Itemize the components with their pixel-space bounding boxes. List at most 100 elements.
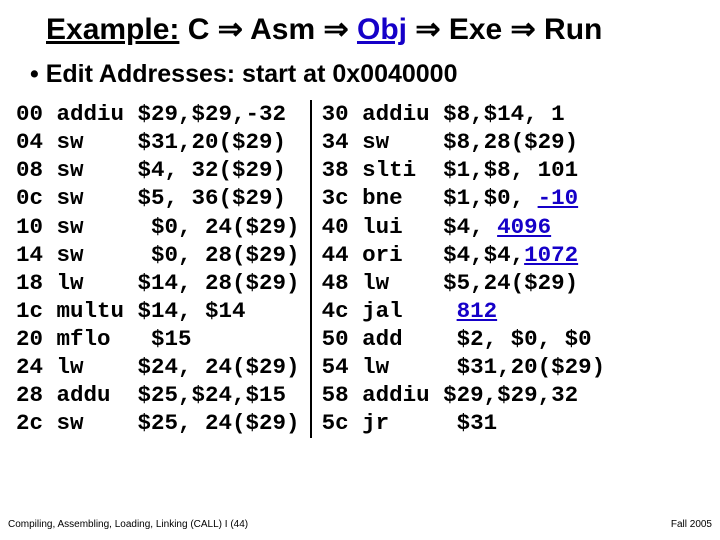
code-op: jal <box>362 298 443 324</box>
code-line: 5c jr $31 <box>322 409 606 437</box>
arrow-icon: ⇒ <box>218 13 243 46</box>
code-addr: 0c <box>16 185 57 211</box>
code-addr: 18 <box>16 270 57 296</box>
code-op: multu <box>57 298 138 324</box>
code-op: addiu <box>57 101 138 127</box>
title-asm: Asm <box>250 13 315 46</box>
code-addr: 38 <box>322 157 363 183</box>
code-op: sw <box>57 214 138 240</box>
code-args: $29,$29,32 <box>443 382 578 408</box>
code-args: $24, 24($29) <box>138 354 300 380</box>
code-args: $8,28($29) <box>443 129 578 155</box>
code-line: 38 slti $1,$8, 101 <box>322 156 606 184</box>
code-args: $14, $14 <box>138 298 246 324</box>
code-line: 48 lw $5,24($29) <box>322 269 606 297</box>
code-addr: 14 <box>16 242 57 268</box>
title-run: Run <box>544 13 602 46</box>
title-exe: Exe <box>449 13 502 46</box>
code-args: $0, 28($29) <box>138 242 300 268</box>
code-addr: 28 <box>16 382 57 408</box>
code-columns: 00 addiu $29,$29,-3204 sw $31,20($29)08 … <box>16 100 704 438</box>
code-args: $15 <box>138 326 192 352</box>
code-op: lw <box>362 270 443 296</box>
code-args: $14, 28($29) <box>138 270 300 296</box>
code-args: $1,$8, 101 <box>443 157 578 183</box>
code-addr: 40 <box>322 214 363 240</box>
code-line: 08 sw $4, 32($29) <box>16 156 300 184</box>
code-op: lw <box>57 270 138 296</box>
slide-title: Example: C ⇒ Asm ⇒ Obj ⇒ Exe ⇒ Run <box>46 12 704 47</box>
code-addr: 2c <box>16 410 57 436</box>
code-args: $2, $0, $0 <box>443 326 592 352</box>
code-op: bne <box>362 185 443 211</box>
code-op: addiu <box>362 101 443 127</box>
edited-value: -10 <box>538 185 579 211</box>
edited-value: 1072 <box>524 242 578 268</box>
code-op: add <box>362 326 443 352</box>
code-args: $4, <box>443 214 497 240</box>
code-addr: 30 <box>322 101 363 127</box>
code-addr: 50 <box>322 326 363 352</box>
code-args: $25, 24($29) <box>138 410 300 436</box>
code-line: 54 lw $31,20($29) <box>322 353 606 381</box>
footer-left: Compiling, Assembling, Loading, Linking … <box>8 519 248 530</box>
code-line: 58 addiu $29,$29,32 <box>322 381 606 409</box>
arrow-icon: ⇒ <box>415 13 440 46</box>
code-addr: 5c <box>322 410 363 436</box>
code-args <box>443 298 457 324</box>
code-op: lw <box>57 354 138 380</box>
code-args: $25,$24,$15 <box>138 382 287 408</box>
code-line: 0c sw $5, 36($29) <box>16 184 300 212</box>
code-args: $31,20($29) <box>443 354 605 380</box>
code-line: 28 addu $25,$24,$15 <box>16 381 300 409</box>
code-op: lui <box>362 214 443 240</box>
code-line: 04 sw $31,20($29) <box>16 128 300 156</box>
code-op: sw <box>57 129 138 155</box>
code-op: sw <box>362 129 443 155</box>
code-op: ori <box>362 242 443 268</box>
code-addr: 48 <box>322 270 363 296</box>
code-op: lw <box>362 354 443 380</box>
code-line: 4c jal 812 <box>322 297 606 325</box>
code-column-right: 30 addiu $8,$14, 134 sw $8,28($29)38 slt… <box>312 100 606 438</box>
code-line: 1c multu $14, $14 <box>16 297 300 325</box>
edited-value: 4096 <box>497 214 551 240</box>
code-args: $31 <box>443 410 497 436</box>
code-args: $0, 24($29) <box>138 214 300 240</box>
code-addr: 20 <box>16 326 57 352</box>
code-args: $8,$14, 1 <box>443 101 565 127</box>
code-addr: 04 <box>16 129 57 155</box>
code-line: 24 lw $24, 24($29) <box>16 353 300 381</box>
code-line: 14 sw $0, 28($29) <box>16 241 300 269</box>
code-line: 50 add $2, $0, $0 <box>322 325 606 353</box>
code-op: jr <box>362 410 443 436</box>
code-addr: 4c <box>322 298 363 324</box>
code-line: 10 sw $0, 24($29) <box>16 213 300 241</box>
code-args: $5,24($29) <box>443 270 578 296</box>
code-args: $4, 32($29) <box>138 157 287 183</box>
code-addr: 00 <box>16 101 57 127</box>
code-op: addiu <box>362 382 443 408</box>
code-line: 44 ori $4,$4,1072 <box>322 241 606 269</box>
code-line: 20 mflo $15 <box>16 325 300 353</box>
code-column-left: 00 addiu $29,$29,-3204 sw $31,20($29)08 … <box>16 100 312 438</box>
code-addr: 08 <box>16 157 57 183</box>
code-op: sw <box>57 185 138 211</box>
code-args: $31,20($29) <box>138 129 287 155</box>
code-op: addu <box>57 382 138 408</box>
title-c: C <box>188 13 210 46</box>
code-args: $5, 36($29) <box>138 185 287 211</box>
code-line: 00 addiu $29,$29,-32 <box>16 100 300 128</box>
code-addr: 58 <box>322 382 363 408</box>
code-line: 40 lui $4, 4096 <box>322 213 606 241</box>
code-args: $29,$29,-32 <box>138 101 287 127</box>
code-addr: 54 <box>322 354 363 380</box>
code-op: sw <box>57 157 138 183</box>
title-obj: Obj <box>357 13 407 46</box>
code-args: $1,$0, <box>443 185 538 211</box>
code-line: 18 lw $14, 28($29) <box>16 269 300 297</box>
code-op: slti <box>362 157 443 183</box>
slide: Example: C ⇒ Asm ⇒ Obj ⇒ Exe ⇒ Run • Edi… <box>0 0 720 540</box>
code-addr: 10 <box>16 214 57 240</box>
code-line: 30 addiu $8,$14, 1 <box>322 100 606 128</box>
